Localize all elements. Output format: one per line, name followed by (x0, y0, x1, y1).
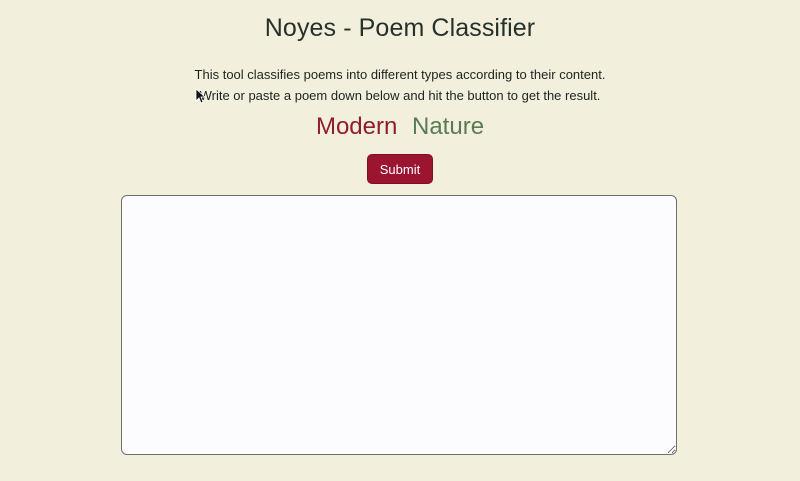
description-line-2: Write or paste a poem down below and hit… (199, 88, 601, 103)
description-line-1: This tool classifies poems into differen… (194, 67, 606, 82)
page-title: Noyes - Poem Classifier (264, 14, 536, 42)
category-modern: Modern (315, 113, 398, 140)
category-list: Modern Nature (0, 113, 800, 141)
category-nature: Nature (412, 113, 485, 140)
mouse-pointer-icon (195, 88, 205, 104)
submit-button[interactable]: Submit (367, 154, 433, 184)
poem-textarea[interactable] (121, 195, 677, 455)
